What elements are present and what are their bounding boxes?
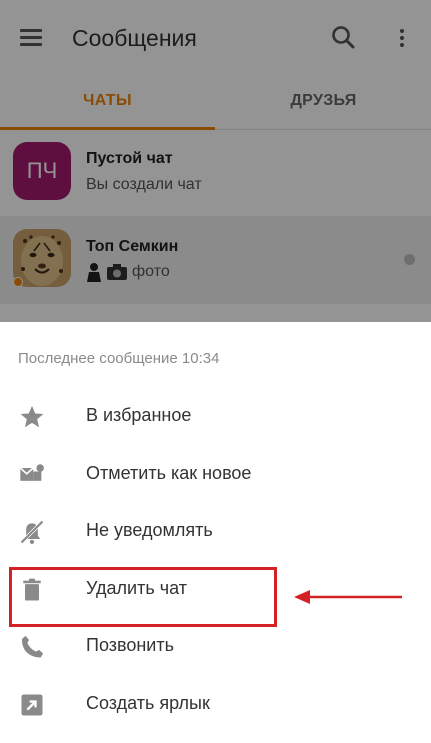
- menu-item-label: Позвонить: [86, 635, 174, 655]
- chat-name: Пустой чат: [86, 150, 173, 167]
- chat-preview: Вы создали чат: [86, 176, 202, 193]
- chat-preview-row: фото: [86, 262, 170, 282]
- top-app-bar: Сообщения: [0, 0, 431, 78]
- menu-item-delete-chat[interactable]: Удалить чат: [0, 562, 431, 618]
- menu-item-label: В избранное: [86, 405, 192, 425]
- camera-icon: [106, 263, 128, 281]
- menu-item-create-shortcut[interactable]: Создать ярлык: [0, 677, 431, 733]
- chat-list-screen: Сообщения ЧАТЫ ДРУЗЬЯ ПЧ Пустой чат Вы с…: [0, 0, 431, 322]
- online-status-dot: [13, 277, 23, 287]
- menu-item-mark-new[interactable]: Отметить как новое: [0, 447, 431, 503]
- bell-off-icon: [18, 518, 46, 546]
- page-title: Сообщения: [72, 25, 197, 51]
- menu-item-favorite[interactable]: В избранное: [0, 389, 431, 445]
- active-tab-indicator: [0, 127, 215, 130]
- last-message-time: Последнее сообщение 10:34: [18, 350, 220, 367]
- menu-item-label: Не уведомлять: [86, 520, 213, 540]
- chat-name: Топ Семкин: [86, 238, 179, 255]
- menu-item-call[interactable]: Позвонить: [0, 619, 431, 675]
- chat-preview: фото: [132, 263, 170, 280]
- star-icon: [18, 403, 46, 431]
- phone-icon: [18, 633, 46, 661]
- tab-friends[interactable]: ДРУЗЬЯ: [216, 78, 431, 130]
- person-icon: [86, 262, 102, 282]
- chat-actions-sheet: Последнее сообщение 10:34 В избранное От…: [0, 322, 431, 743]
- chat-list-item[interactable]: Топ Семкин фото: [0, 216, 431, 304]
- search-icon[interactable]: [330, 24, 358, 52]
- menu-item-mute[interactable]: Не уведомлять: [0, 504, 431, 560]
- menu-item-label: Удалить чат: [86, 578, 187, 598]
- more-options-icon[interactable]: [390, 24, 414, 52]
- avatar: ПЧ: [13, 142, 71, 200]
- chat-list-item[interactable]: ПЧ Пустой чат Вы создали чат: [0, 131, 431, 217]
- menu-item-label: Отметить как новое: [86, 463, 252, 483]
- trash-icon: [18, 576, 46, 604]
- unread-indicator: [404, 254, 415, 265]
- tab-bar: ЧАТЫ ДРУЗЬЯ: [0, 78, 431, 130]
- hamburger-menu-icon[interactable]: [18, 26, 46, 50]
- mail-plus-icon: [18, 461, 46, 489]
- menu-item-label: Создать ярлык: [86, 693, 210, 713]
- tab-chats[interactable]: ЧАТЫ: [0, 78, 215, 130]
- shortcut-icon: [18, 691, 46, 719]
